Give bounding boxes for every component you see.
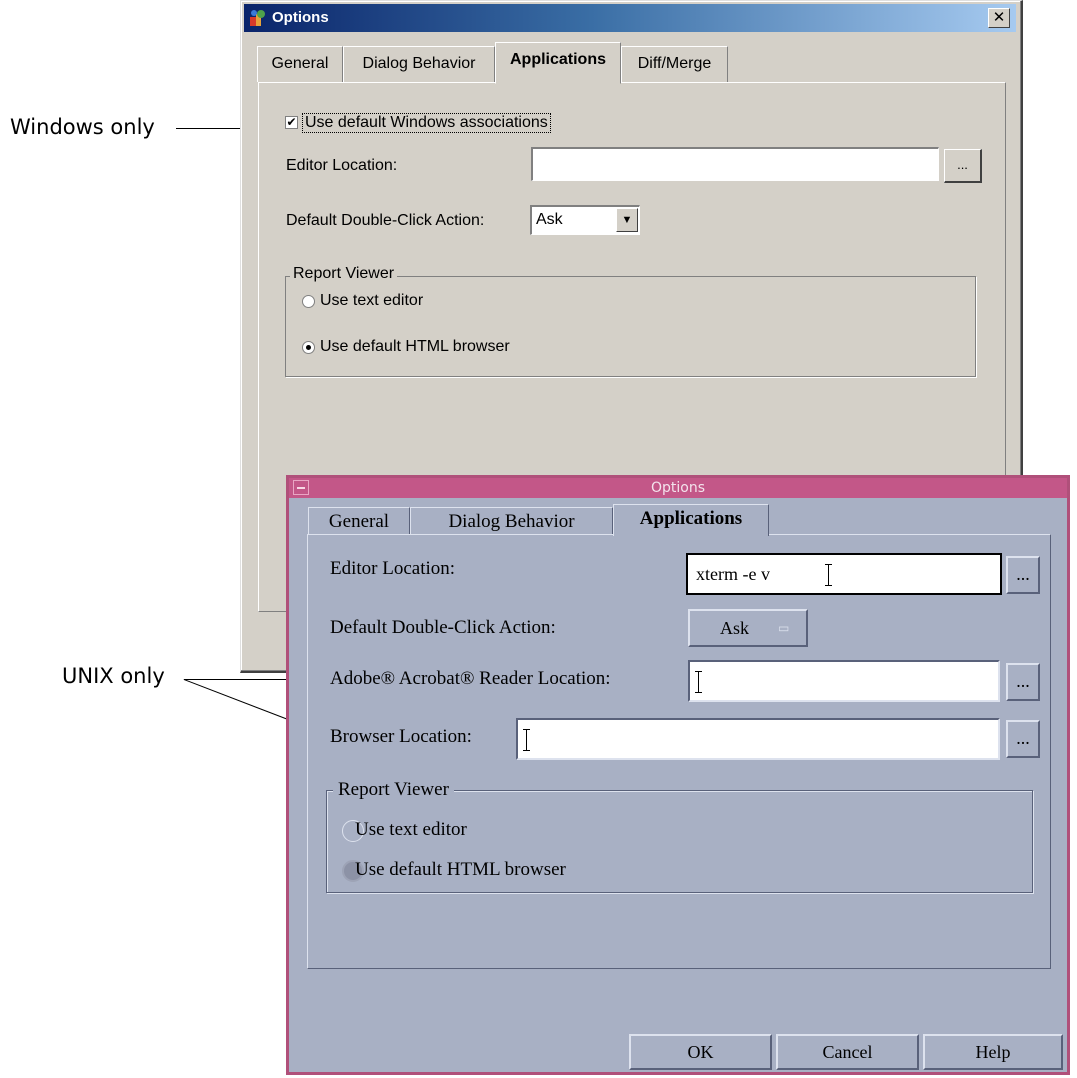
unix-tab-applications[interactable]: Applications — [613, 504, 769, 536]
editor-location-label: Editor Location: — [286, 157, 398, 174]
window-menu-icon[interactable] — [293, 480, 309, 495]
annotation-windows-only: Windows only — [10, 115, 155, 139]
unix-tab-dialog-behavior[interactable]: Dialog Behavior — [410, 507, 613, 535]
ok-button-label: OK — [687, 1042, 714, 1062]
help-button-label: Help — [975, 1042, 1011, 1062]
double-click-action-select[interactable]: Ask ▼ — [530, 205, 640, 235]
windows-title-bar[interactable]: Options ✕ — [244, 4, 1016, 32]
use-default-associations-checkbox[interactable]: ✔ — [285, 116, 298, 129]
browse-button-label: ... — [957, 157, 968, 172]
report-viewer-legend: Report Viewer — [290, 265, 398, 283]
use-html-browser-radio[interactable] — [302, 341, 315, 354]
unix-use-html-browser-label[interactable]: Use default HTML browser — [355, 859, 566, 881]
check-icon: ✔ — [286, 115, 297, 129]
text-cursor-icon — [824, 564, 832, 586]
unix-browse-label: ... — [1016, 564, 1030, 584]
unix-editor-browse-button[interactable]: ... — [1006, 556, 1040, 594]
unix-double-click-option-menu[interactable]: Ask ▭ — [688, 609, 808, 647]
text-cursor-icon — [694, 671, 702, 693]
close-icon: ✕ — [992, 9, 1006, 26]
unix-double-click-value: Ask — [720, 618, 750, 638]
browser-location-field[interactable] — [516, 718, 1000, 760]
double-click-action-value: Ask — [536, 211, 563, 228]
cancel-button-label: Cancel — [822, 1042, 873, 1062]
unix-editor-location-label: Editor Location: — [330, 558, 456, 579]
use-text-editor-radio[interactable] — [302, 295, 315, 308]
acrobat-browse-label: ... — [1016, 671, 1030, 691]
unix-title-bar[interactable]: Options — [289, 478, 1067, 498]
editor-browse-button[interactable]: ... — [944, 149, 982, 183]
help-button[interactable]: Help — [923, 1034, 1063, 1070]
browser-location-label: Browser Location: — [330, 726, 472, 747]
use-html-browser-label[interactable]: Use default HTML browser — [320, 338, 510, 356]
chevron-down-icon[interactable]: ▼ — [616, 208, 638, 232]
unix-report-viewer-legend: Report Viewer — [333, 779, 454, 801]
unix-tab-general[interactable]: General — [308, 507, 410, 535]
browser-browse-button[interactable]: ... — [1006, 720, 1040, 758]
unix-title: Options — [650, 480, 706, 496]
tab-applications[interactable]: Applications — [495, 42, 621, 84]
unix-use-text-editor-label[interactable]: Use text editor — [355, 819, 467, 841]
unix-editor-location-value: xterm -e v — [696, 564, 770, 584]
text-cursor-icon — [522, 729, 530, 751]
acrobat-location-label: Adobe® Acrobat® Reader Location: — [330, 668, 611, 689]
unix-editor-location-field[interactable]: xterm -e v — [686, 553, 1002, 595]
use-default-associations-label[interactable]: Use default Windows associations — [302, 113, 551, 133]
annotation-unix-only: UNIX only — [62, 664, 165, 688]
acrobat-browse-button[interactable]: ... — [1006, 663, 1040, 701]
unix-double-click-label: Default Double-Click Action: — [330, 617, 556, 638]
tab-diff-merge[interactable]: Diff/Merge — [621, 46, 728, 82]
option-menu-indicator-icon: ▭ — [778, 621, 790, 635]
app-icon — [250, 10, 265, 26]
browser-browse-label: ... — [1016, 728, 1030, 748]
acrobat-location-field[interactable] — [688, 660, 1000, 702]
windows-title: Options — [272, 9, 329, 26]
use-text-editor-label[interactable]: Use text editor — [320, 292, 423, 310]
tab-general[interactable]: General — [257, 46, 343, 82]
ok-button[interactable]: OK — [629, 1034, 772, 1070]
cancel-button[interactable]: Cancel — [776, 1034, 919, 1070]
close-button[interactable]: ✕ — [988, 8, 1010, 28]
tab-dialog-behavior[interactable]: Dialog Behavior — [343, 46, 495, 82]
double-click-action-label: Default Double-Click Action: — [286, 212, 485, 229]
editor-location-field[interactable] — [531, 147, 939, 181]
